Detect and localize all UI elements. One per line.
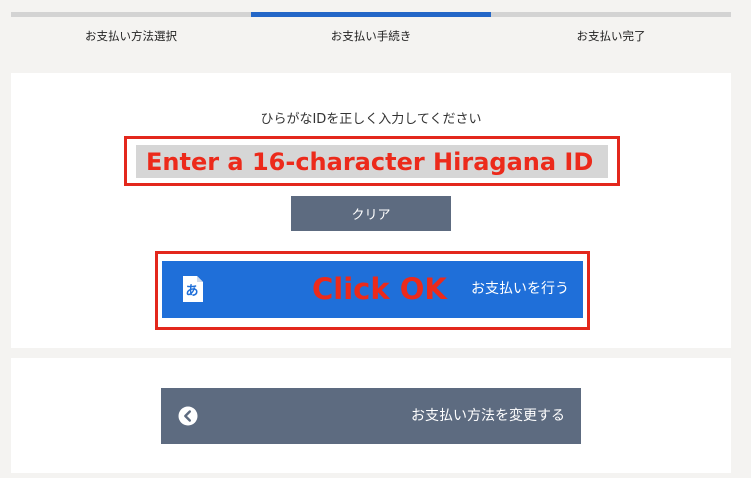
pay-annotation-label: Click OK <box>312 272 447 306</box>
change-payment-method-label: お支払い方法を変更する <box>411 408 565 424</box>
clear-button[interactable]: クリア <box>291 196 451 231</box>
pay-button[interactable]: あ Click OK お支払いを行う <box>162 261 583 318</box>
step-bar-3 <box>491 12 731 17</box>
step-label-2: お支払い手続き <box>330 29 412 43</box>
id-input-highlight <box>124 136 620 186</box>
hiragana-keyboard-icon: あ <box>181 275 205 303</box>
hiragana-id-input[interactable] <box>136 145 608 178</box>
step-bar-1 <box>11 12 251 17</box>
change-payment-method-button[interactable]: お支払い方法を変更する <box>161 388 581 444</box>
step-label-3: お支払い完了 <box>576 29 646 43</box>
step-label-1: お支払い方法選択 <box>85 29 177 43</box>
pay-button-label: お支払いを行う <box>471 281 569 297</box>
svg-text:あ: あ <box>185 284 198 299</box>
chevron-left-circle-icon <box>178 406 198 426</box>
step-bar-2-active <box>251 12 491 17</box>
change-method-card: お支払い方法を変更する <box>11 358 731 473</box>
progress-steps: お支払い方法選択 お支払い手続き お支払い完了 <box>11 12 731 48</box>
pay-button-highlight: あ Click OK お支払いを行う <box>155 251 590 330</box>
id-instruction: ひらがなIDを正しく入力してください <box>260 112 482 127</box>
payment-form-card: ひらがなIDを正しく入力してください クリア あ Click OK お支払いを行… <box>11 73 731 348</box>
